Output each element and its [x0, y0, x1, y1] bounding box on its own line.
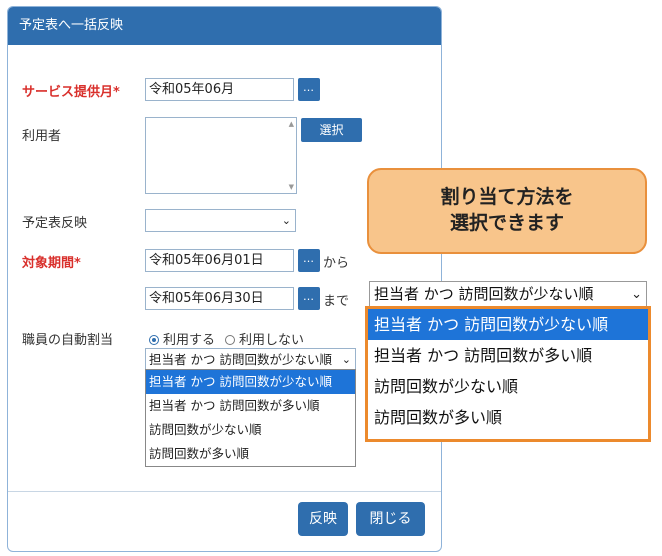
to-suffix: まで [323, 294, 350, 309]
callout-line-2: 選択できます [449, 212, 564, 234]
footer-divider [8, 491, 441, 492]
radio-not-use-label: 利用しない [239, 333, 305, 348]
zoomed-assign-order-select[interactable]: 担当者 かつ 訪問回数が少ない順 ⌄ [369, 281, 647, 307]
radio-checked-icon [149, 335, 159, 345]
zoomed-dropdown-option[interactable]: 担当者 かつ 訪問回数が少ない順 [368, 309, 648, 340]
zoomed-dropdown-option[interactable]: 訪問回数が少ない順 [368, 371, 648, 402]
zoomed-select-value: 担当者 かつ 訪問回数が少ない順 [374, 285, 594, 303]
service-month-picker-button[interactable]: … [298, 78, 320, 101]
select-user-button[interactable]: 選択 [301, 118, 362, 142]
user-textarea[interactable]: ▲ ▼ [145, 117, 297, 194]
dialog-title: 予定表へ一括反映 [8, 7, 441, 45]
service-month-field[interactable]: 令和05年06月 [145, 78, 294, 101]
radio-use[interactable]: 利用する [149, 329, 215, 348]
assign-order-value: 担当者 かつ 訪問回数が少ない順 [149, 352, 332, 367]
scroll-down-icon[interactable]: ▼ [289, 183, 294, 191]
chevron-down-icon: ⌄ [281, 214, 291, 227]
scroll-up-icon[interactable]: ▲ [289, 120, 294, 128]
assign-order-dropdown: 担当者 かつ 訪問回数が少ない順 担当者 かつ 訪問回数が多い順 訪問回数が少な… [145, 369, 356, 467]
zoomed-dropdown-option[interactable]: 訪問回数が多い順 [368, 402, 648, 433]
apply-button[interactable]: 反映 [298, 502, 348, 536]
callout-line-1: 割り当て方法を [440, 186, 574, 208]
assign-order-select[interactable]: 担当者 かつ 訪問回数が少ない順 ⌄ [145, 348, 356, 371]
radio-use-label: 利用する [163, 333, 216, 348]
callout-box: 割り当て方法を 選択できます [367, 168, 647, 254]
close-button[interactable]: 閉じる [356, 502, 425, 536]
period-to-field[interactable]: 令和05年06月30日 [145, 287, 294, 310]
dropdown-option[interactable]: 担当者 かつ 訪問回数が少ない順 [146, 370, 355, 394]
schedule-reflect-select[interactable]: ⌄ [145, 209, 296, 232]
period-from-field[interactable]: 令和05年06月01日 [145, 249, 294, 272]
radio-not-use[interactable]: 利用しない [225, 329, 304, 348]
radio-unchecked-icon [225, 335, 235, 345]
service-month-label: サービス提供月* [22, 85, 120, 100]
dropdown-option[interactable]: 訪問回数が多い順 [146, 442, 355, 466]
zoomed-dropdown-list: 担当者 かつ 訪問回数が少ない順 担当者 かつ 訪問回数が多い順 訪問回数が少な… [365, 306, 651, 442]
chevron-down-icon: ⌄ [341, 353, 351, 366]
zoomed-dropdown-option[interactable]: 担当者 かつ 訪問回数が多い順 [368, 340, 648, 371]
period-label: 対象期間* [22, 256, 81, 271]
auto-assign-label: 職員の自動割当 [22, 333, 114, 348]
dropdown-option[interactable]: 担当者 かつ 訪問回数が多い順 [146, 394, 355, 418]
period-to-picker-button[interactable]: … [298, 287, 320, 310]
bulk-reflect-dialog: 予定表へ一括反映 サービス提供月* 令和05年06月 … 利用者 ▲ ▼ 選択 … [7, 6, 442, 552]
period-from-picker-button[interactable]: … [298, 249, 320, 272]
chevron-down-icon: ⌄ [631, 287, 642, 302]
schedule-reflect-label: 予定表反映 [22, 216, 88, 231]
from-suffix: から [323, 256, 350, 271]
user-label: 利用者 [22, 129, 62, 144]
dropdown-option[interactable]: 訪問回数が少ない順 [146, 418, 355, 442]
